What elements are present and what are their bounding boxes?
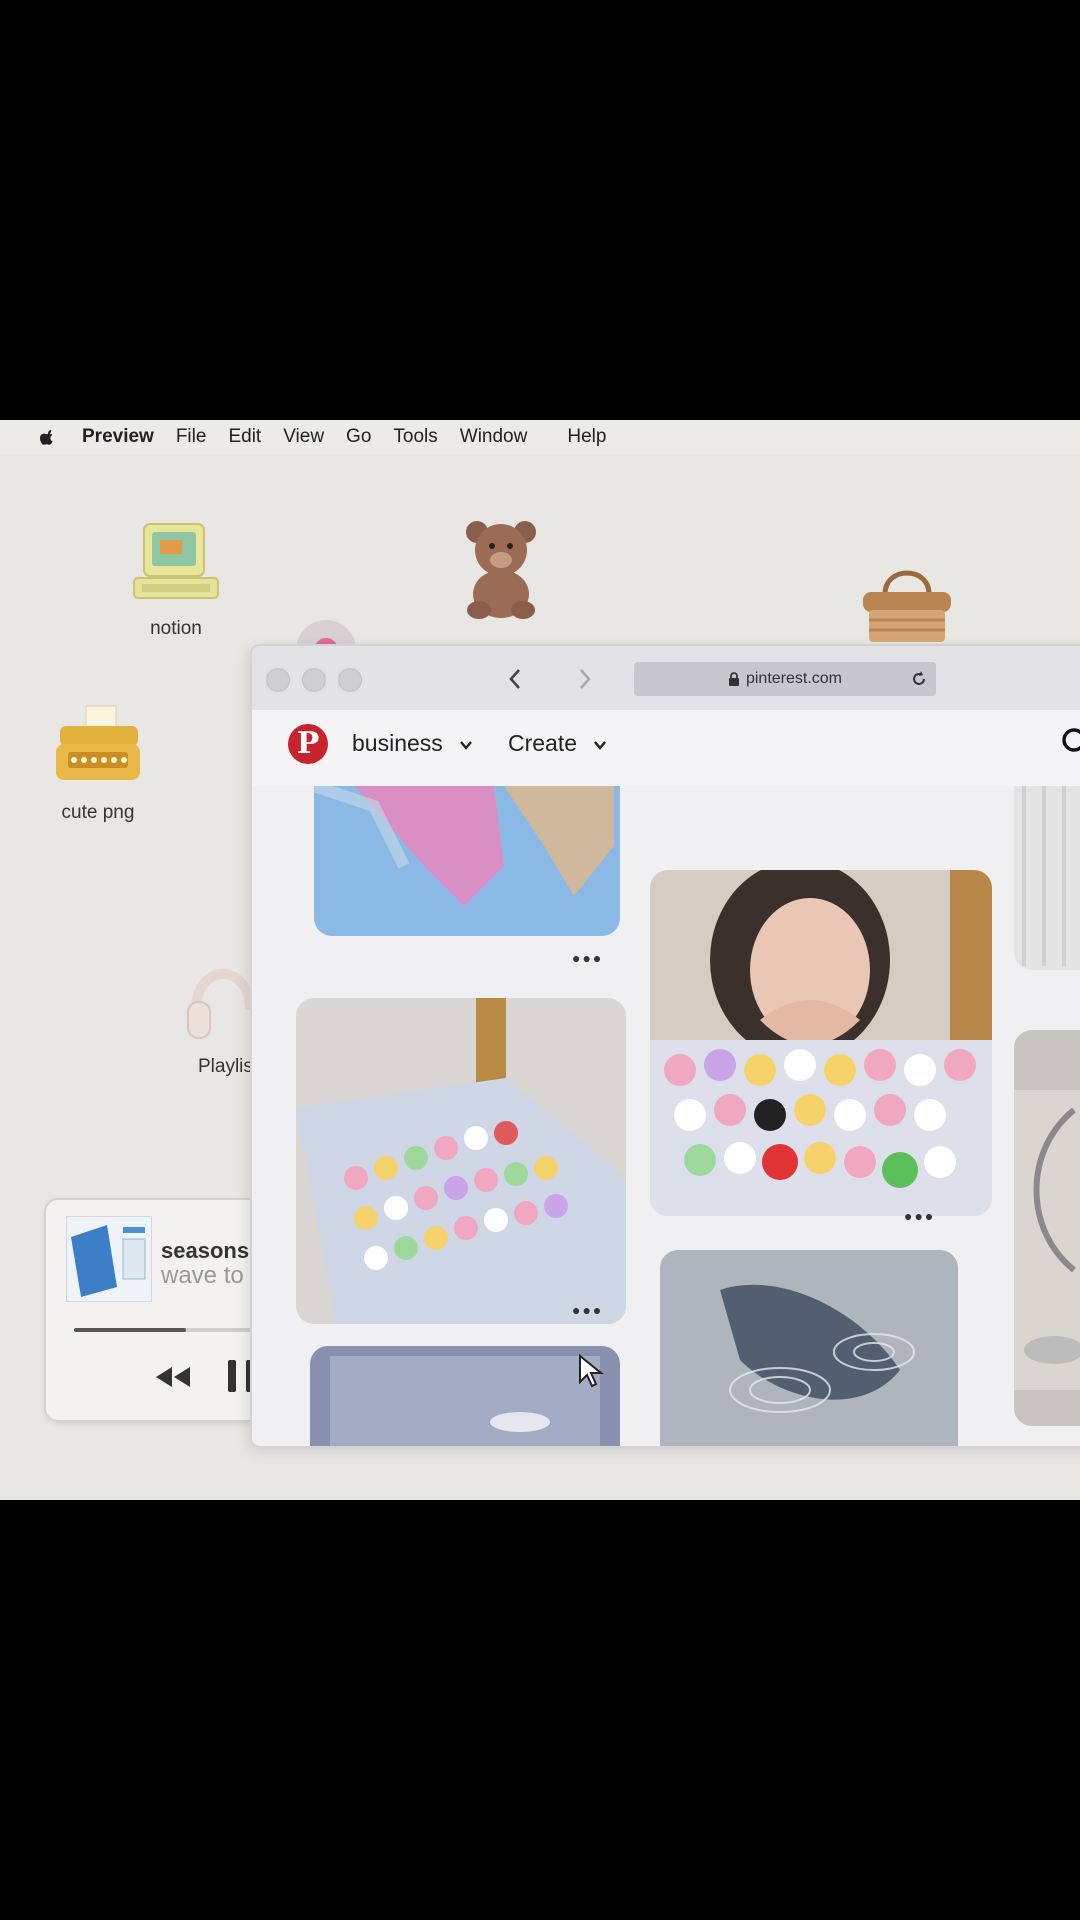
account-switcher[interactable]: business — [352, 730, 473, 757]
picnic-basket-icon — [863, 570, 951, 642]
pin-card[interactable] — [314, 786, 620, 936]
pin-image — [310, 1346, 620, 1446]
album-art-image — [67, 1217, 151, 1301]
browser-toolbar: pinterest.com — [252, 646, 1080, 711]
menu-view[interactable]: View — [283, 426, 324, 448]
rewind-icon[interactable] — [154, 1366, 192, 1388]
pinterest-header: P business Create — [252, 710, 1080, 786]
create-label: Create — [508, 730, 578, 756]
pin-card[interactable] — [650, 870, 992, 1216]
headphones-icon — [187, 969, 255, 1039]
song-title: seasons — [161, 1238, 250, 1263]
chevron-down-icon — [460, 741, 473, 750]
address-bar[interactable]: pinterest.com — [634, 662, 936, 696]
pin-image — [314, 786, 620, 936]
browser-window: pinterest.com P business Create ●●● ●●● … — [250, 644, 1080, 1448]
pin-more-icon[interactable]: ●●● — [572, 1302, 603, 1318]
desktop-icon-cute-png[interactable]: cute png — [48, 702, 148, 824]
pin-card[interactable] — [296, 998, 626, 1324]
menu-tools[interactable]: Tools — [393, 426, 437, 448]
album-cover[interactable] — [66, 1216, 152, 1302]
window-zoom-button[interactable] — [338, 668, 362, 692]
pin-card[interactable] — [310, 1346, 620, 1446]
desktop-icon-basket[interactable] — [852, 558, 962, 652]
menu-bar: Preview File Edit View Go Tools Window H… — [0, 420, 1080, 454]
chevron-down-icon — [594, 741, 607, 750]
menu-window[interactable]: Window — [460, 426, 528, 448]
menu-file[interactable]: File — [176, 426, 207, 448]
url-text: pinterest.com — [745, 670, 843, 687]
retro-computer-icon — [133, 523, 219, 599]
teddy-bear-icon — [466, 521, 536, 619]
progress-fill — [74, 1328, 186, 1332]
pin-card[interactable] — [1014, 1030, 1080, 1426]
desktop: Preview File Edit View Go Tools Window H… — [0, 420, 1080, 1500]
pin-image — [650, 870, 992, 1216]
create-menu[interactable]: Create — [508, 730, 607, 757]
menu-go[interactable]: Go — [346, 426, 371, 448]
pin-more-icon[interactable]: ●●● — [904, 1208, 935, 1224]
apple-icon[interactable] — [36, 426, 58, 448]
back-arrow-icon[interactable] — [508, 668, 522, 690]
reload-icon[interactable] — [910, 670, 928, 688]
forward-arrow-icon[interactable] — [578, 668, 592, 690]
window-close-button[interactable] — [266, 668, 290, 692]
desktop-icon-notion[interactable]: notion — [126, 522, 226, 640]
desktop-icon-teddy-bear[interactable] — [456, 516, 546, 626]
pin-card[interactable] — [1014, 786, 1080, 970]
account-name: business — [352, 730, 443, 756]
menu-edit[interactable]: Edit — [228, 426, 261, 448]
pin-image — [1014, 1030, 1080, 1426]
typewriter-icon — [56, 705, 140, 780]
pin-image — [1014, 786, 1080, 970]
pin-more-icon[interactable]: ●●● — [572, 950, 603, 966]
mouse-cursor-icon — [579, 1354, 604, 1388]
desktop-icon-label: notion — [150, 618, 202, 639]
lock-icon — [728, 671, 739, 686]
pin-image — [296, 998, 626, 1324]
search-icon[interactable] — [1060, 726, 1080, 758]
pin-feed: ●●● ●●● ●●● — [252, 786, 1080, 1446]
pin-card[interactable] — [660, 1250, 958, 1446]
window-minimize-button[interactable] — [302, 668, 326, 692]
song-artist: wave to — [161, 1262, 244, 1289]
menu-app-name[interactable]: Preview — [82, 426, 154, 448]
pinterest-logo-icon[interactable]: P — [288, 724, 328, 764]
menu-help[interactable]: Help — [567, 426, 606, 448]
pin-image — [660, 1250, 958, 1446]
desktop-icon-label: cute png — [61, 802, 135, 823]
